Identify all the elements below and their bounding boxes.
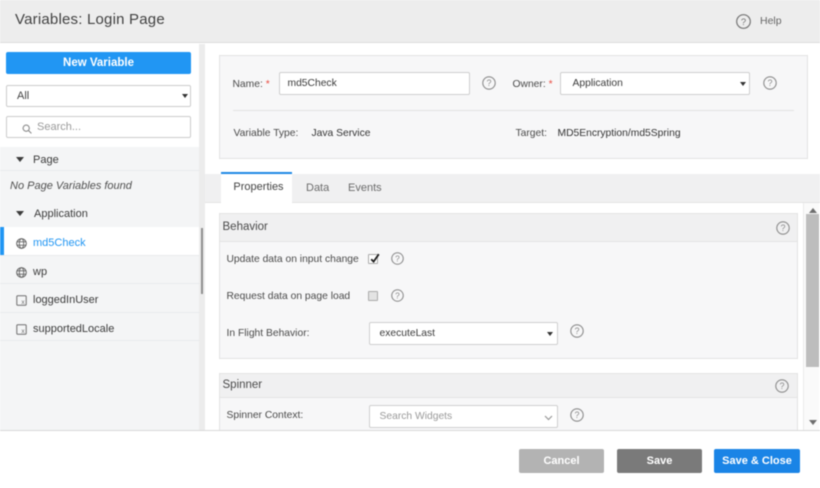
svg-text:?: ? [574,410,579,420]
svg-text:?: ? [741,17,746,28]
svg-text:?: ? [574,326,579,336]
svg-text:?: ? [486,78,491,88]
svg-text:?: ? [779,381,784,391]
svg-text:?: ? [395,290,400,300]
svg-text:?: ? [767,78,772,88]
svg-text:?: ? [780,223,785,233]
svg-text:?: ? [395,253,400,263]
